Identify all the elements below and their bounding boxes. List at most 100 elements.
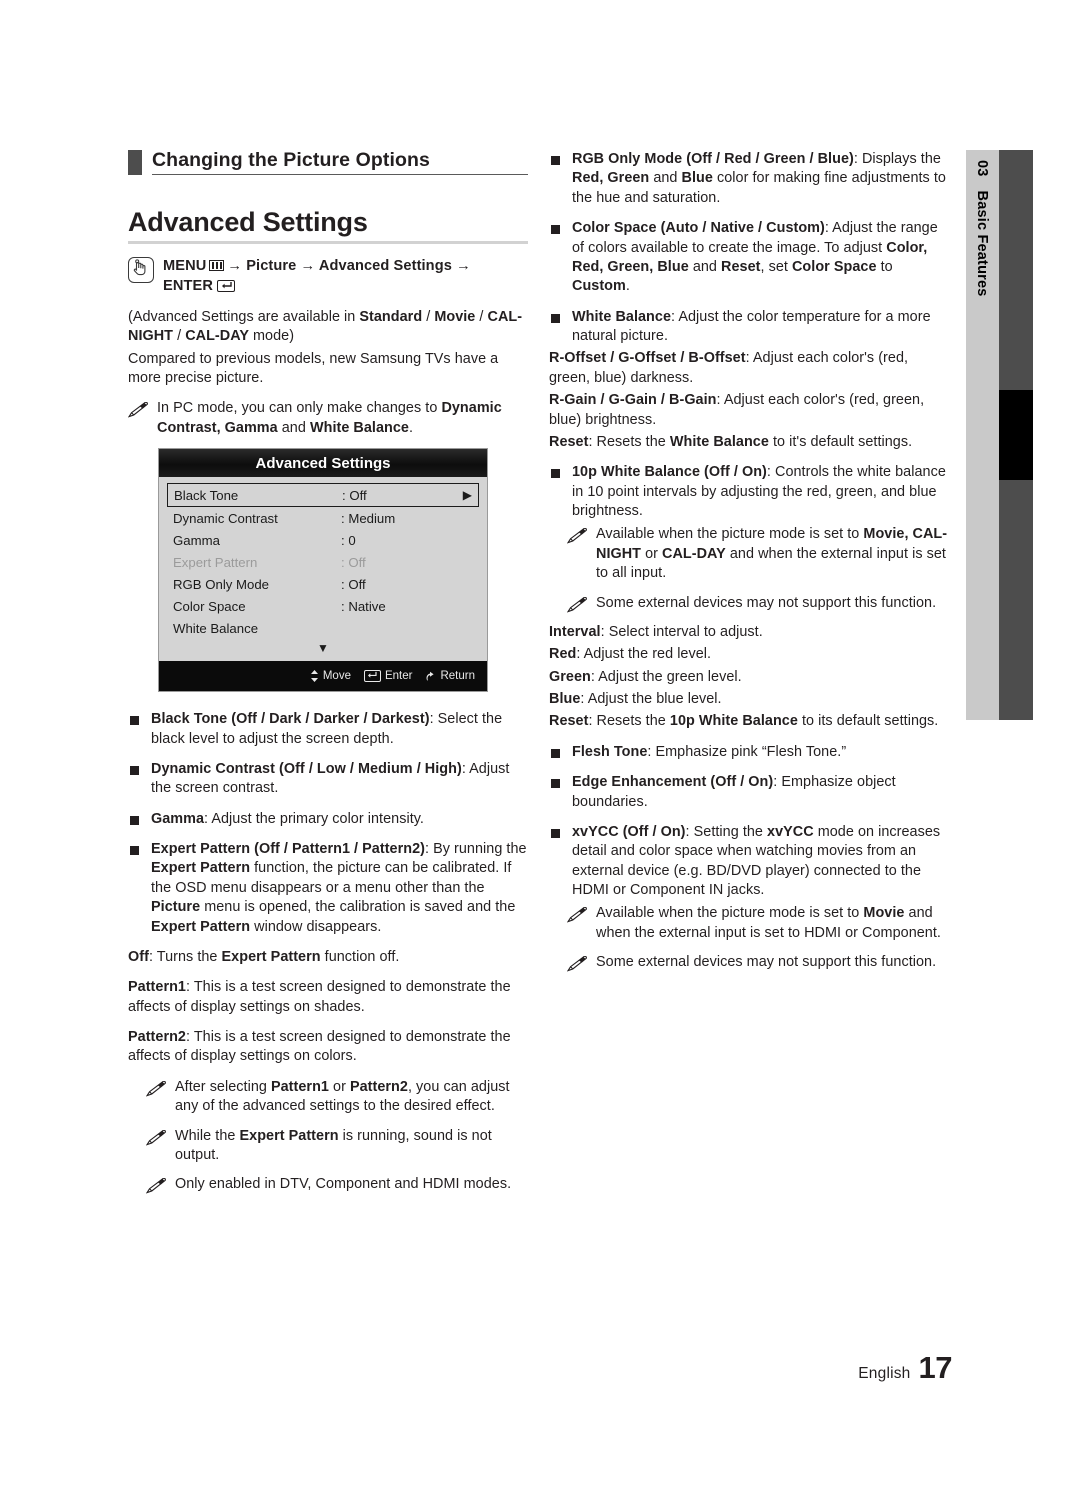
green-desc: Green: Adjust the green level. [549,668,949,687]
menu-path: MENU → Picture → Advanced Settings → ENTE… [128,256,528,296]
sep2: / [475,308,488,325]
bullet-xvycc: xvYCC (Off / On): Setting the xvYCC mode… [549,823,949,901]
note-10p-availability: Available when the picture mode is set t… [567,525,949,583]
section-header: Changing the Picture Options [128,149,528,176]
bullet-text: Color Space (Auto / Native / Custom): Ad… [572,219,949,297]
osd-value: : Off [342,487,367,503]
n1-c: or [328,1078,350,1095]
scroll-down-icon[interactable]: ▼ [167,639,479,659]
note-text: After selecting Pattern1 or Pattern2, yo… [175,1078,528,1117]
bullet-text: Expert Pattern (Off / Pattern1 / Pattern… [151,840,528,937]
pencil-icon [146,1178,166,1194]
bullet-text: RGB Only Mode (Off / Red / Green / Blue)… [572,150,949,208]
pencil-icon [567,956,587,972]
pencil-icon [128,402,148,418]
title-underline [128,240,528,244]
gain-label: R-Gain / G-Gain / B-Gain [549,392,717,409]
avail-open: (Advanced Settings are available in [128,308,360,325]
bullet-square-icon [551,225,560,235]
off-b: Expert Pattern [221,948,321,965]
osd-row-rgb-only-mode[interactable]: RGB Only Mode : Off [167,573,479,595]
note-text: Available when the picture mode is set t… [596,525,949,583]
p1-label: Pattern1 [128,979,186,996]
osd-label: Expert Pattern [173,554,258,570]
bullet-square-icon [551,779,560,789]
rgb-c: and [649,170,682,187]
bullet-title: White Balance [572,308,672,325]
cs-f: Color Space [791,258,877,275]
cs-e: , set [760,258,792,275]
pc-mode-note-text: In PC mode, you can only make changes to… [157,399,528,438]
bullet-flesh-tone: Flesh Tone: Emphasize pink “Flesh Tone.” [549,743,949,762]
osd-row-white-balance[interactable]: White Balance [167,617,479,639]
osd-row-black-tone[interactable]: Black Tone : Off ▶ [167,483,479,508]
note-sound-not-output: While the Expert Pattern is running, sou… [146,1127,528,1166]
page-title: Advanced Settings [128,207,368,238]
osd-value: : Off [341,554,366,570]
rgb-d: Blue [681,170,713,187]
osd-enter-hint: Enter [363,670,412,683]
osd-label: RGB Only Mode [173,576,270,592]
note-text: Some external devices may not support th… [596,954,937,971]
note-xvycc-availability: Available when the picture mode is set t… [567,904,949,943]
avail-close: mode) [248,328,295,345]
bullet-edge-enhancement: Edge Enhancement (Off / On): Emphasize o… [549,773,949,812]
bullet-text: Flesh Tone: Emphasize pink “Flesh Tone.” [572,743,949,762]
interval-desc: Interval: Select interval to adjust. [549,623,949,642]
gain-desc: R-Gain / G-Gain / B-Gain: Adjust each co… [549,391,949,430]
bullet-body: : Adjust the primary color intensity. [204,810,424,827]
pc-note-a: In PC mode, you can only make changes to [157,400,442,417]
chapter-tab-marker [999,390,1033,480]
10p-reset-desc: Reset: Resets the 10p White Balance to i… [549,712,949,731]
osd-row-expert-pattern: Expert Pattern : Off [167,551,479,573]
osd-row-gamma[interactable]: Gamma : 0 [167,529,479,551]
bullet-title: Expert Pattern (Off / Pattern1 / Pattern… [151,841,425,858]
note-text: While the Expert Pattern is running, sou… [175,1127,528,1166]
offset-desc: R-Offset / G-Offset / B-Offset: Adjust e… [549,349,949,388]
osd-value: : 0 [341,532,356,548]
note-10p-unsupported: Some external devices may not support th… [567,594,949,613]
osd-title: Advanced Settings [255,454,391,472]
pencil-icon [146,1080,166,1097]
note-text: Only enabled in DTV, Component and HDMI … [175,1176,512,1193]
osd-return-label: Return [440,670,475,683]
bullet-text: Gamma: Adjust the primary color intensit… [151,810,528,829]
osd-value: : Off [341,576,366,592]
chapter-tab: 03 Basic Features [966,150,1033,720]
return-arrow-icon [426,671,435,681]
bullet-expert-pattern: Expert Pattern (Off / Pattern1 / Pattern… [128,840,528,937]
expert-pattern2-desc: Pattern2: This is a test screen designed… [128,1028,528,1067]
osd-return-hint: Return [425,670,475,682]
chapter-label: Basic Features [974,190,991,297]
osd-row-dynamic-contrast[interactable]: Dynamic Contrast : Medium [167,507,479,529]
left-column: Changing the Picture Options Advanced Se… [128,149,528,1205]
bullet-dynamic-contrast: Dynamic Contrast (Off / Low / Medium / H… [128,760,528,799]
pencil-icon [567,528,587,544]
section-title: Changing the Picture Options [152,149,430,171]
bullet-text: Dynamic Contrast (Off / Low / Medium / H… [151,760,528,799]
osd-row-color-space[interactable]: Color Space : Native [167,595,479,617]
osd-title-bar: Advanced Settings [159,449,487,478]
note-text: Available when the picture mode is set t… [596,904,949,943]
p2-text: : This is a test screen designed to demo… [128,1029,511,1065]
ep-4: Picture [151,899,201,916]
t1-a: Available when the picture mode is set t… [596,526,864,543]
n1-b: Pattern1 [270,1078,329,1095]
off-label: Off [128,948,149,965]
p1-text: : This is a test screen designed to demo… [128,979,511,1015]
bullet-title: Flesh Tone [572,743,648,760]
note-after-selecting: After selecting Pattern1 or Pattern2, yo… [146,1078,528,1117]
bullet-title: 10p White Balance (Off / On) [572,464,767,481]
mode-cal-day: CAL-DAY [185,328,249,345]
cs-c: and [688,258,722,275]
cs-h: Custom [572,278,626,295]
bullet-square-icon [551,156,560,165]
bullet-color-space: Color Space (Auto / Native / Custom): Ad… [549,219,949,297]
osd-screenshot: Advanced Settings Black Tone : Off ▶ Dyn… [158,448,488,693]
bullet-title: Black Tone (Off / Dark / Darker / Darkes… [151,711,430,728]
chevron-right-icon: ▶ [462,488,472,503]
interval-text: : Select interval to adjust. [600,623,763,640]
osd-value: : Medium [341,510,396,526]
pencil-icon [567,907,587,923]
cs-d: Reset [721,258,761,275]
